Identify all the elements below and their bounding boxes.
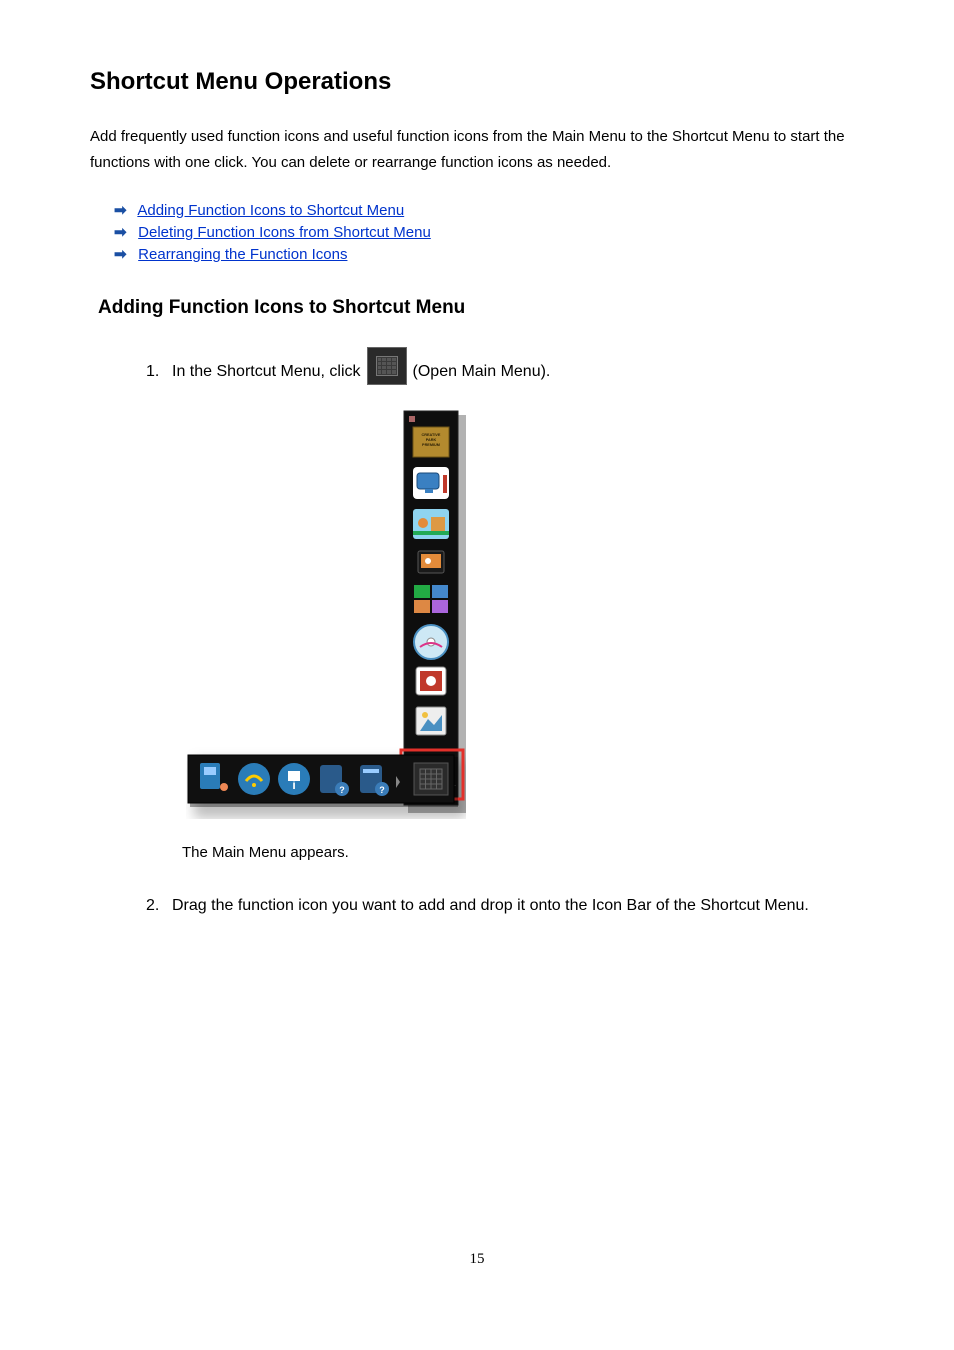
step1-caption: The Main Menu appears.: [182, 844, 864, 861]
step2-number: 2.: [146, 893, 168, 919]
intro-text: Add frequently used function icons and u…: [90, 124, 864, 177]
svg-text:PARK: PARK: [426, 438, 437, 442]
open-main-menu-icon: [367, 347, 407, 385]
svg-text:?: ?: [339, 785, 345, 795]
svg-text:i: i: [292, 778, 295, 792]
step1-text-post: (Open Main Menu).: [413, 359, 551, 385]
section-heading: Adding Function Icons to Shortcut Menu: [98, 297, 864, 319]
arrow-icon: ➡: [114, 245, 128, 263]
arrow-icon: ➡: [114, 201, 128, 219]
step1-number: 1.: [146, 359, 168, 385]
link-rearranging[interactable]: Rearranging the Function Icons: [138, 246, 347, 263]
step2-text: Drag the function icon you want to add a…: [172, 893, 864, 919]
link-deleting[interactable]: Deleting Function Icons from Shortcut Me…: [138, 224, 431, 241]
svg-text:CREATIVE: CREATIVE: [422, 433, 441, 437]
svg-text:PREMIUM: PREMIUM: [422, 443, 440, 447]
shortcut-menu-screenshot: CREATIVE PARK PREMIUM: [186, 409, 864, 824]
page-number: 15: [0, 1251, 954, 1268]
step1-text-pre: In the Shortcut Menu, click: [172, 359, 361, 385]
svg-text:?: ?: [379, 785, 385, 795]
arrow-icon: ➡: [114, 223, 128, 241]
page-title: Shortcut Menu Operations: [90, 68, 864, 96]
link-adding[interactable]: Adding Function Icons to Shortcut Menu: [137, 202, 404, 219]
toc-links: ➡ Adding Function Icons to Shortcut Menu…: [90, 199, 864, 265]
